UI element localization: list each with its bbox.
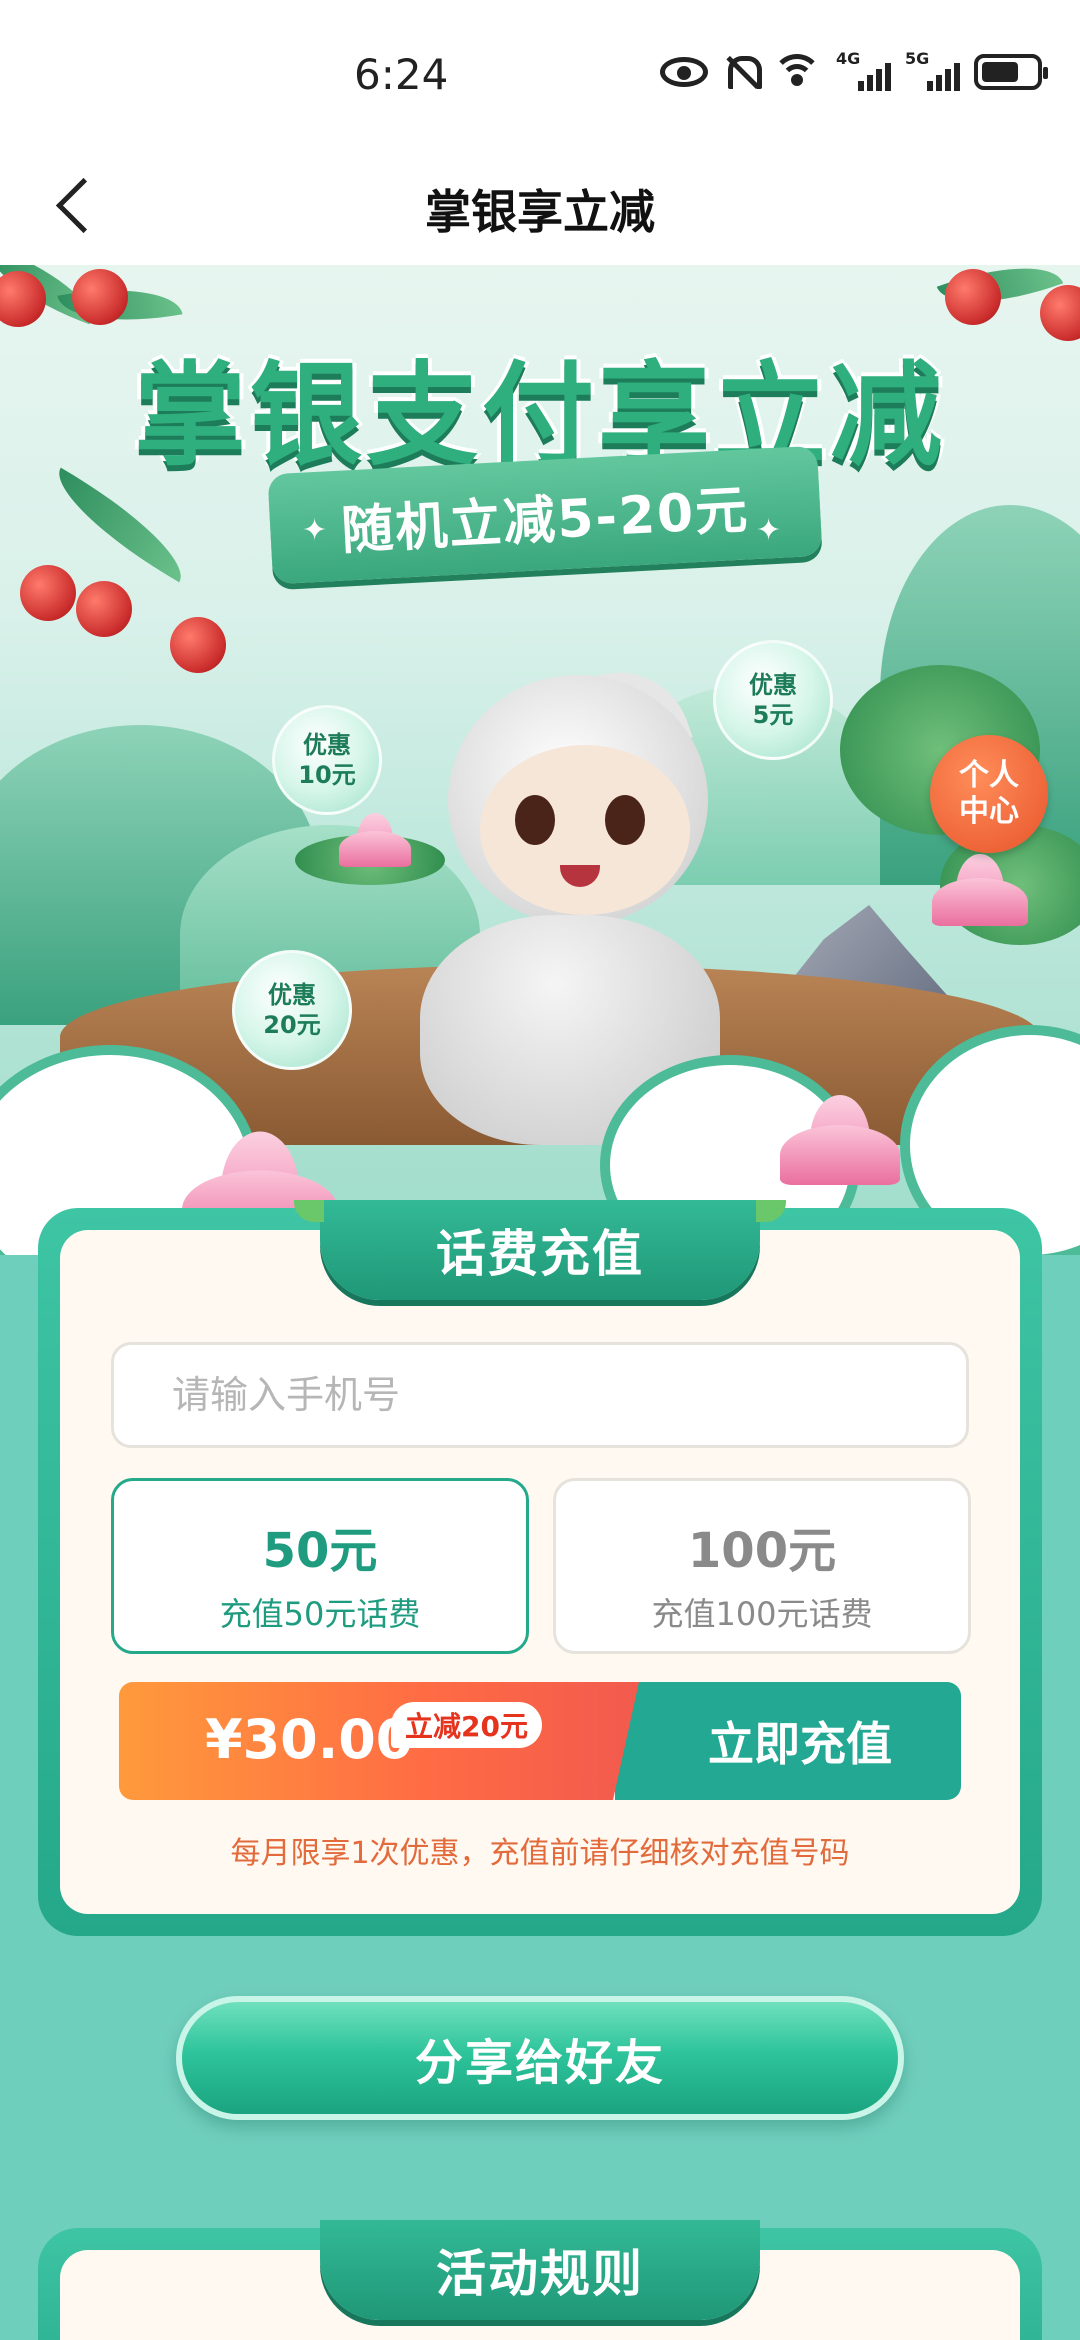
lychee xyxy=(72,269,128,325)
lychee xyxy=(76,581,132,637)
eye-icon xyxy=(660,52,708,92)
signal-4g-icon: 4G xyxy=(836,49,891,92)
recharge-notice: 每月限享1次优惠，充值前请仔细核对充值号码 xyxy=(230,1836,850,1871)
rules-section-header: 活动规则 xyxy=(320,2220,760,2320)
payment-bar: ¥30.00 立减20元 立即充值 xyxy=(119,1682,961,1800)
option-amount: 100元 xyxy=(687,1523,837,1579)
status-bar: 6:24 4G 5G xyxy=(0,0,1080,150)
mascot-eye xyxy=(605,795,645,845)
coupon-bubble-20[interactable]: 优惠 20元 xyxy=(232,950,352,1070)
mascot-face xyxy=(480,745,690,915)
discount-badge: 立减20元 xyxy=(391,1702,542,1748)
battery-icon xyxy=(974,52,1048,92)
sparkle-icon: ✦ xyxy=(302,513,328,548)
lychee xyxy=(20,565,76,621)
status-time: 6:24 xyxy=(354,50,449,99)
title-bar: 掌银享立减 xyxy=(0,150,1080,265)
lychee xyxy=(170,617,226,673)
lotus-flower xyxy=(339,813,411,867)
recharge-section-title: 话费充值 xyxy=(436,1225,644,1283)
lotus-flower xyxy=(780,1095,900,1185)
signal-5g-icon: 5G xyxy=(905,49,960,92)
sparkle-icon: ✦ xyxy=(756,513,782,548)
network-4g-label: 4G xyxy=(836,49,861,68)
phone-number-input[interactable] xyxy=(111,1342,969,1448)
rules-section-title: 活动规则 xyxy=(436,2245,644,2303)
price-value: ¥30.00 xyxy=(205,1708,414,1771)
network-5g-label: 5G xyxy=(905,49,930,68)
hero-banner: 掌银支付享立减 随机立减5-20元 ✦ ✦ 优惠 10元 优惠 5元 优惠 20… xyxy=(0,265,1080,1255)
recharge-now-button[interactable]: 立即充值 xyxy=(615,1682,961,1800)
coupon-bubble-10[interactable]: 优惠 10元 xyxy=(272,705,382,815)
option-50[interactable]: 50元 充值50元话费 xyxy=(111,1478,529,1654)
promo-ribbon-text: 随机立减5-20元 xyxy=(339,479,751,562)
option-description: 充值100元话费 xyxy=(651,1595,873,1633)
lotus-flower xyxy=(932,854,1028,926)
wifi-icon xyxy=(772,52,822,92)
price-panel: ¥30.00 立减20元 xyxy=(119,1682,639,1800)
coupon-bubble-5[interactable]: 优惠 5元 xyxy=(713,640,833,760)
option-amount: 50元 xyxy=(262,1523,378,1579)
share-to-friends-button[interactable]: 分享给好友 xyxy=(176,1996,904,2120)
lychee xyxy=(945,269,1001,325)
lychee xyxy=(1040,285,1080,341)
option-100[interactable]: 100元 充值100元话费 xyxy=(553,1478,971,1654)
hero-headline: 掌银支付享立减 xyxy=(110,325,970,481)
status-icons: 4G 5G xyxy=(660,49,1048,92)
recharge-section-header: 话费充值 xyxy=(294,1200,786,1300)
personal-center-button[interactable]: 个人 中心 xyxy=(930,735,1048,853)
option-description: 充值50元话费 xyxy=(219,1595,421,1633)
mascot-eye xyxy=(515,795,555,845)
page-title: 掌银享立减 xyxy=(425,185,655,239)
bell-muted-icon xyxy=(722,52,762,92)
